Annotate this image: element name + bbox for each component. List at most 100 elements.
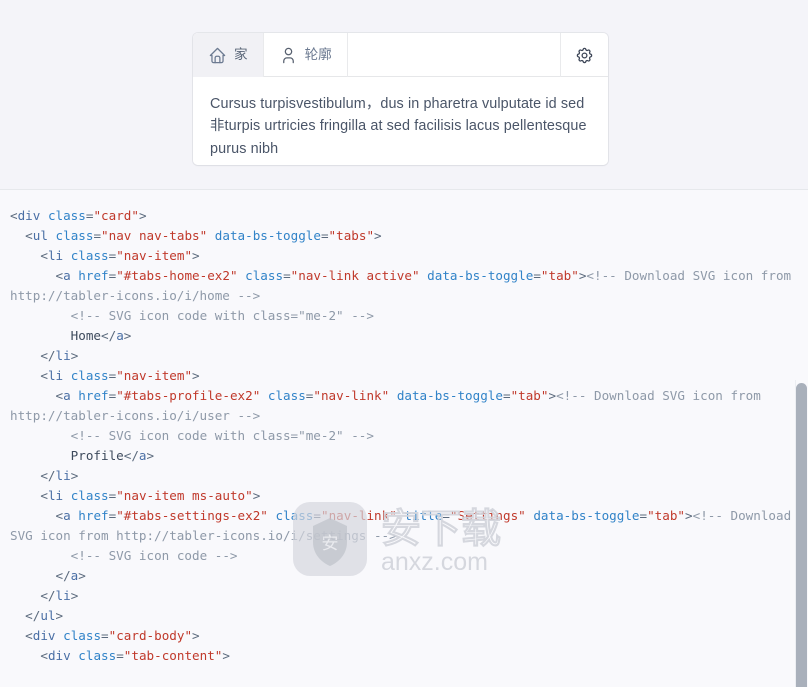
code-token: class bbox=[63, 628, 102, 643]
code-token: = bbox=[639, 508, 648, 523]
code-line: <div class="tab-content"> bbox=[10, 648, 230, 663]
code-token: Profile bbox=[10, 448, 124, 463]
code-token: class bbox=[70, 488, 109, 503]
code-token: "tabs" bbox=[328, 228, 375, 243]
code-token: > bbox=[55, 608, 64, 623]
code-token: a bbox=[63, 388, 71, 403]
code-token: data-bs-toggle bbox=[427, 268, 534, 283]
code-line: <div class="card-body"> bbox=[10, 628, 200, 643]
code-token: "Settings" bbox=[449, 508, 526, 523]
code-token: "nav-item" bbox=[116, 248, 193, 263]
code-line: <!-- SVG icon code with class="me-2" --> bbox=[10, 308, 374, 323]
code-token: </ bbox=[10, 568, 71, 583]
code-line: <a href="#tabs-home-ex2" class="nav-link… bbox=[10, 268, 799, 303]
code-line: Home</a> bbox=[10, 328, 132, 343]
code-token: "nav-item ms-auto" bbox=[116, 488, 253, 503]
code-token: > bbox=[374, 228, 382, 243]
code-token: < bbox=[10, 628, 33, 643]
code-token: > bbox=[548, 388, 557, 403]
code-token: class bbox=[267, 388, 306, 403]
code-token: "nav-item" bbox=[116, 368, 193, 383]
home-icon bbox=[208, 46, 227, 65]
code-token: < bbox=[10, 208, 18, 223]
gear-icon bbox=[575, 46, 594, 65]
html-code-block: <div class="card"> <ul class="nav nav-ta… bbox=[0, 190, 808, 666]
code-line: <!-- SVG icon code with class="me-2" --> bbox=[10, 428, 374, 443]
nav-item-settings bbox=[560, 33, 608, 77]
code-line: <a href="#tabs-settings-ex2" class="nav-… bbox=[10, 508, 799, 543]
code-token: href bbox=[78, 388, 109, 403]
code-token: = bbox=[442, 508, 450, 523]
code-token: a bbox=[63, 268, 71, 283]
tab-home[interactable]: 家 bbox=[193, 33, 264, 77]
code-token: href bbox=[78, 268, 109, 283]
card-body: Cursus turpisvestibulum，dus in pharetra … bbox=[193, 77, 608, 165]
code-line: <div class="card"> bbox=[10, 208, 147, 223]
code-token: class bbox=[275, 508, 314, 523]
code-token: li bbox=[55, 588, 71, 603]
code-token: < bbox=[10, 388, 64, 403]
code-token: > bbox=[123, 328, 132, 343]
code-token: = bbox=[283, 268, 291, 283]
code-token: li bbox=[47, 488, 64, 503]
code-token: < bbox=[10, 488, 48, 503]
code-token: data-bs-toggle bbox=[533, 508, 640, 523]
code-token: "card" bbox=[93, 208, 139, 223]
code-token: < bbox=[10, 648, 48, 663]
tab-profile-label: 轮廓 bbox=[304, 47, 332, 63]
code-token: = bbox=[533, 268, 541, 283]
code-snippet-region: <div class="card"> <ul class="nav nav-ta… bbox=[0, 190, 808, 687]
code-token: div bbox=[47, 648, 71, 663]
code-token: </ bbox=[123, 448, 139, 463]
code-token: "tab" bbox=[647, 508, 686, 523]
code-line: <ul class="nav nav-tabs" data-bs-toggle=… bbox=[10, 228, 382, 243]
code-token: ul bbox=[40, 608, 56, 623]
code-line: Profile</a> bbox=[10, 448, 154, 463]
code-token: = bbox=[101, 628, 109, 643]
code-token: a bbox=[63, 508, 71, 523]
code-token: <!-- SVG icon code with class="me-2" --> bbox=[10, 308, 374, 323]
code-token: href bbox=[78, 508, 109, 523]
code-token: > bbox=[70, 468, 79, 483]
code-token: = bbox=[502, 388, 511, 403]
code-token: "nav-link" bbox=[313, 388, 390, 403]
code-line: <li class="nav-item ms-auto"> bbox=[10, 488, 260, 503]
code-token: > bbox=[70, 588, 79, 603]
code-token: < bbox=[10, 248, 48, 263]
user-icon bbox=[279, 46, 298, 65]
nav-tabs-list: 家 轮廓 bbox=[193, 33, 608, 77]
code-token: li bbox=[55, 468, 71, 483]
code-token: "#tabs-home-ex2" bbox=[116, 268, 238, 283]
code-line: </li> bbox=[10, 468, 78, 483]
code-token: > bbox=[70, 348, 79, 363]
code-token: "#tabs-settings-ex2" bbox=[116, 508, 268, 523]
code-token: div bbox=[32, 628, 56, 643]
code-token: li bbox=[47, 368, 64, 383]
code-token: > bbox=[252, 488, 261, 503]
code-token: > bbox=[192, 248, 200, 263]
code-token: ul bbox=[32, 228, 48, 243]
code-token: class bbox=[245, 268, 284, 283]
code-line: </li> bbox=[10, 588, 78, 603]
code-token: class bbox=[70, 248, 109, 263]
code-line: <li class="nav-item"> bbox=[10, 248, 200, 263]
code-token: < bbox=[10, 228, 33, 243]
code-token: > bbox=[192, 628, 200, 643]
tab-settings[interactable] bbox=[560, 33, 608, 77]
code-token: "tab-content" bbox=[123, 648, 223, 663]
code-line: </a> bbox=[10, 568, 86, 583]
code-token: class bbox=[47, 208, 86, 223]
code-line: </ul> bbox=[10, 608, 63, 623]
code-token: < bbox=[10, 508, 64, 523]
tab-profile[interactable]: 轮廓 bbox=[264, 33, 348, 77]
code-token: <!-- SVG icon code with class="me-2" --> bbox=[10, 428, 374, 443]
tab-panel-text: Cursus turpisvestibulum，dus in pharetra … bbox=[210, 96, 587, 157]
code-token: < bbox=[10, 368, 48, 383]
code-token: < bbox=[10, 268, 64, 283]
code-token: "tab" bbox=[540, 268, 579, 283]
code-token: </ bbox=[10, 468, 56, 483]
